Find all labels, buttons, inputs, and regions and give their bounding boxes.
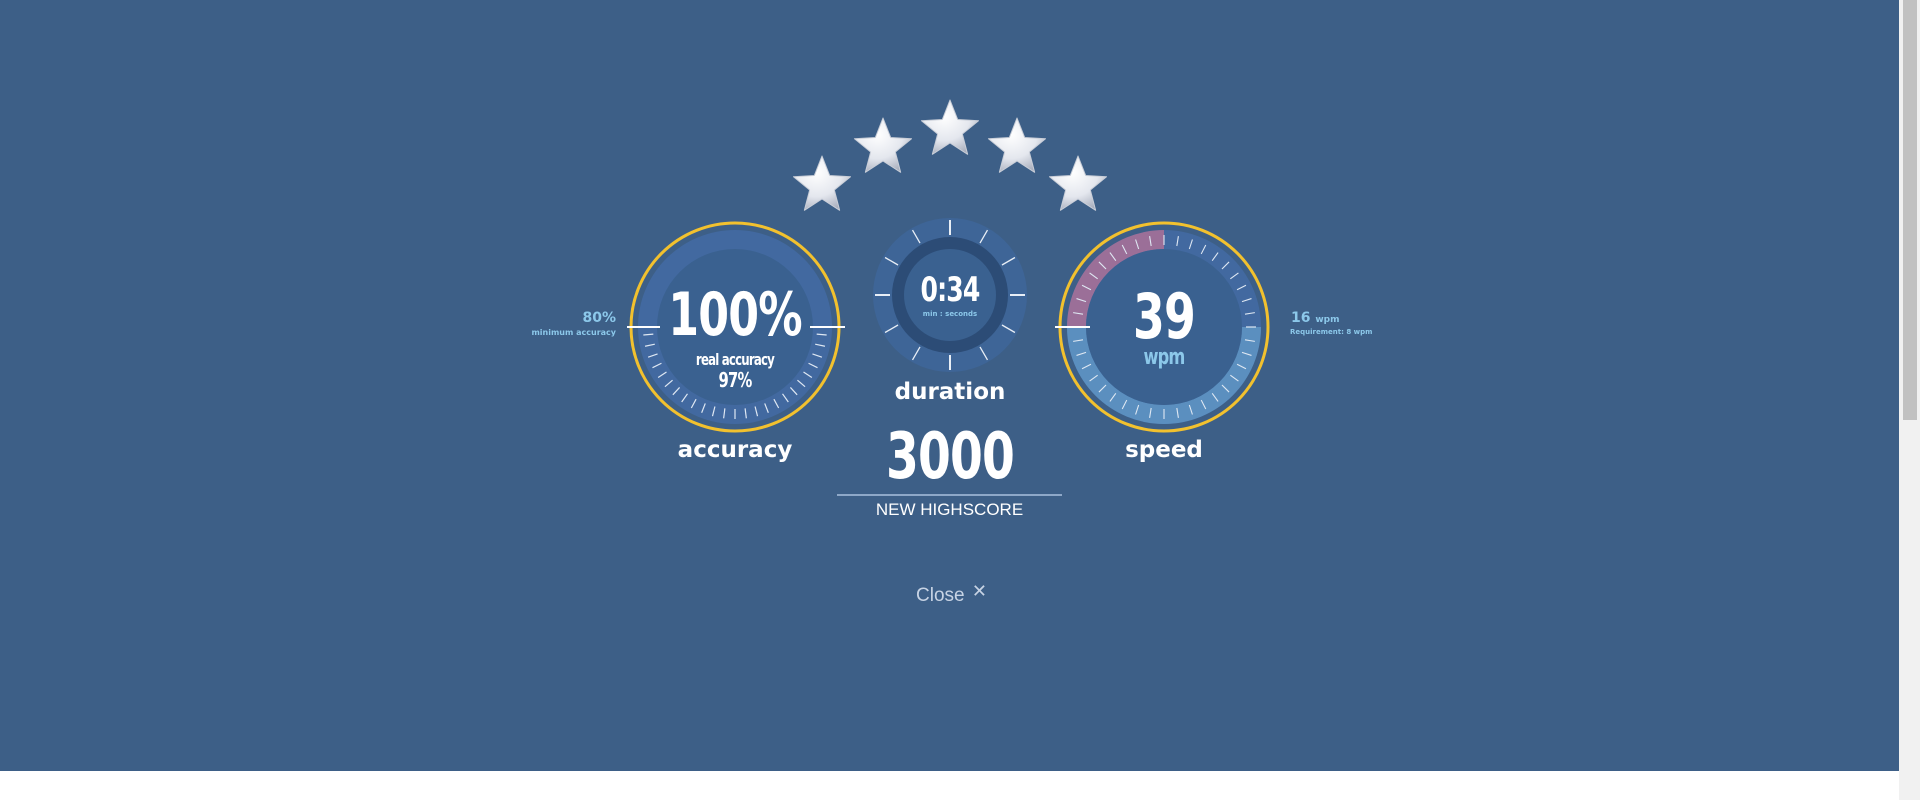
accuracy-value: 100% (668, 280, 802, 350)
real-accuracy-label: real accuracy (695, 350, 775, 369)
star-icon (853, 117, 913, 173)
duration-unit-label: min : seconds (922, 310, 978, 318)
speed-requirement-unit: wpm (1315, 315, 1340, 325)
speed-label: speed (1125, 437, 1203, 463)
speed-requirement-value: 16 wpm (1291, 310, 1340, 326)
duration-label: duration (894, 379, 1006, 405)
real-accuracy-value: 97% (718, 368, 753, 392)
close-button[interactable]: Close ✕ (916, 581, 987, 607)
speed-unit: wpm (1143, 345, 1185, 370)
scrollbar-thumb[interactable] (1903, 0, 1917, 420)
close-icon: ✕ (971, 581, 987, 601)
minimum-accuracy-label: minimum accuracy (531, 328, 616, 337)
speed-requirement-label: Requirement: 8 wpm (1290, 328, 1373, 336)
duration-value: 0:34 (920, 270, 980, 310)
star-icon (987, 117, 1047, 173)
score-value: 3000 (885, 420, 1015, 494)
speed-value: 39 (1132, 280, 1196, 353)
minimum-accuracy-value: 80% (582, 310, 616, 326)
star-icon (920, 99, 980, 155)
close-label: Close (916, 585, 965, 606)
accuracy-label: accuracy (677, 437, 793, 463)
speed-requirement-number: 16 (1291, 310, 1311, 326)
star-icon (1048, 155, 1108, 211)
star-icon (792, 155, 852, 211)
new-highscore-caption: NEW HIGHSCORE (875, 500, 1024, 519)
page-bottom-area (0, 771, 1899, 800)
star-rating (792, 99, 1108, 211)
score-divider (837, 494, 1062, 496)
